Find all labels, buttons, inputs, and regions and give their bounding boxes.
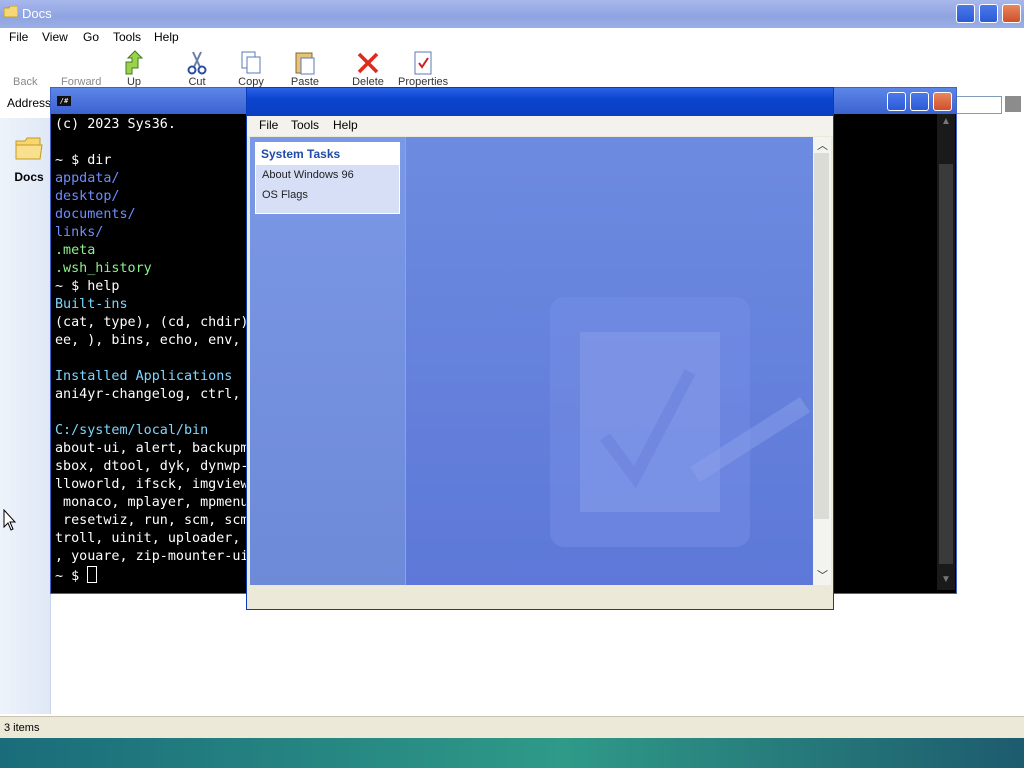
back-button[interactable]: Back [13,76,37,88]
address-go-button[interactable] [1005,96,1021,112]
paste-icon [295,52,315,75]
menu-file[interactable]: File [9,30,28,44]
terminal-text: ani4yr-changelog, ctrl, [55,387,241,402]
properties-button[interactable]: Properties [398,50,448,88]
status-bar: 3 items [0,716,1024,739]
terminal-text: sbox, dtool, dyk, dynwp- [55,459,249,474]
terminal-text: ~ $ help [55,279,120,294]
menu-file[interactable]: File [259,118,278,132]
address-label: Address [7,96,52,110]
maximize-button[interactable] [910,92,929,111]
desktop-wallpaper [0,738,1024,768]
scroll-up-icon[interactable]: ︿ [817,137,828,153]
menu-tools[interactable]: Tools [113,30,141,44]
delete-button[interactable]: Delete [343,50,393,88]
explorer-title: Docs [22,6,52,21]
explorer-titlebar[interactable]: Docs [0,0,1024,28]
terminal-text: ~ $ [55,569,88,584]
menu-view[interactable]: View [42,30,68,44]
paste-button[interactable]: Paste [280,50,330,88]
explorer-content-pane [0,118,51,714]
tasks-pane: System Tasks About Windows 96 OS Flags [250,137,406,585]
copy-button[interactable]: Copy [226,50,276,88]
mouse-cursor-icon [3,509,16,531]
scroll-up-icon[interactable]: ▲ [941,116,951,127]
terminal-text: lloworld, ifsck, imgview [55,477,249,492]
checklist-watermark-icon [550,297,810,547]
scrollbar-thumb[interactable] [814,153,829,519]
menu-help[interactable]: Help [333,118,358,132]
delete-x-icon [357,52,379,74]
scrollbar-thumb[interactable] [939,164,953,564]
terminal-text: .wsh_history [55,261,152,276]
system-tasks-header: System Tasks [256,143,399,165]
status-text: 3 items [4,722,40,734]
scroll-down-icon[interactable]: ﹀ [817,567,828,583]
terminal-cursor [87,566,98,583]
explorer-menubar: File View Go Tools Help [0,28,1024,46]
task-about-windows[interactable]: About Windows 96 [256,165,399,185]
close-button[interactable] [1002,4,1021,23]
terminal-text: documents/ [55,207,136,222]
address-input[interactable] [950,96,1002,114]
explorer-toolbar: Back Forward Up Cut Copy Paste Delete Pr… [0,46,1024,90]
terminal-text: links/ [55,225,104,240]
terminal-text: monaco, mplayer, mpmenu [55,495,249,510]
system-menubar: File Tools Help [247,116,833,136]
system-window-titlebar[interactable] [247,88,833,116]
folder-icon [4,6,18,17]
terminal-text: ee, ), bins, echo, env, [55,333,241,348]
task-os-flags[interactable]: OS Flags [256,185,399,205]
scissors-icon [187,51,207,75]
minimize-button[interactable] [956,4,975,23]
up-button[interactable]: Up [109,50,159,88]
terminal-text: troll, uinit, uploader, [55,531,241,546]
scroll-down-icon[interactable]: ▼ [941,574,951,585]
terminal-text: Built-ins [55,297,128,312]
terminal-text: .meta [55,243,96,258]
terminal-scrollbar[interactable]: ▲ ▼ [937,114,955,590]
terminal-icon: /# [57,96,71,106]
terminal-text: desktop/ [55,189,120,204]
terminal-text: about-ui, alert, backupm [55,441,249,456]
terminal-text: (c) 2023 Sys36. [55,117,176,132]
menu-go[interactable]: Go [83,30,99,44]
folder-label: Docs [14,170,44,184]
terminal-text: ~ $ dir [55,153,112,168]
terminal-text: (cat, type), (cd, chdir) [55,315,249,330]
system-tasks-box: System Tasks About Windows 96 OS Flags [255,142,400,214]
copy-icon [241,51,261,74]
close-button[interactable] [933,92,952,111]
maximize-button[interactable] [979,4,998,23]
terminal-text: , youare, zip-mounter-ui [55,549,249,564]
folder-icon [15,137,43,160]
minimize-button[interactable] [887,92,906,111]
menu-help[interactable]: Help [154,30,179,44]
docs-folder-item[interactable]: Docs [4,136,54,184]
terminal-text: appdata/ [55,171,120,186]
properties-icon [414,51,432,75]
system-scrollbar[interactable]: ︿ ﹀ [813,137,831,585]
system-window: File Tools Help System Tasks About Windo… [246,87,834,610]
cut-button[interactable]: Cut [172,50,222,88]
terminal-text: C:/system/local/bin [55,423,209,438]
menu-tools[interactable]: Tools [291,118,319,132]
terminal-text: Installed Applications [55,369,233,384]
terminal-text: resetwiz, run, scm, scm [55,513,249,528]
system-content: System Tasks About Windows 96 OS Flags [250,137,813,585]
up-arrow-icon [125,50,144,75]
